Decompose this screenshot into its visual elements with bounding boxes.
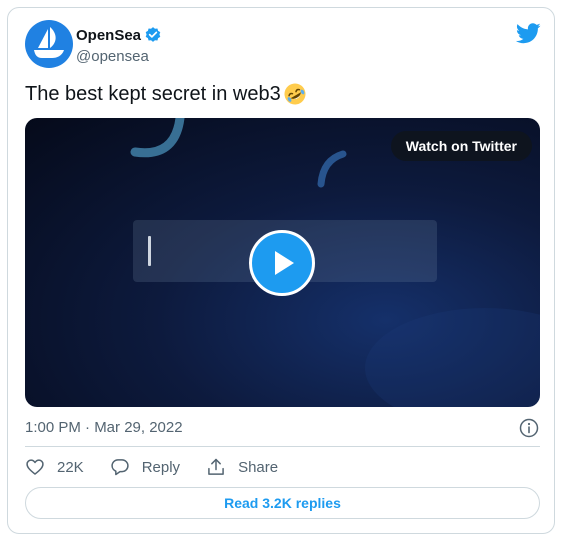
tweet-actions: 22K Reply Share [25,457,304,477]
text-cursor [148,236,151,266]
play-button[interactable] [249,230,315,296]
tweet-text: The best kept secret in web3 [25,82,307,106]
twitter-bird-icon[interactable] [516,23,541,44]
play-icon [275,251,294,275]
reply-bubble-icon [111,459,129,476]
divider [25,446,540,447]
tweet-body: The best kept secret in web3 [25,82,281,105]
verified-badge-icon [145,27,161,42]
tweet-timestamp[interactable]: 1:00 PM · Mar 29, 2022 [25,419,183,436]
reply-label: Reply [141,458,181,476]
share-label: Share [238,458,279,476]
rolling-on-floor-laughing-emoji-icon [284,83,306,105]
like-button[interactable]: 22K [25,457,84,477]
reply-button[interactable]: Reply [110,457,180,477]
display-name[interactable]: OpenSea [76,27,141,44]
share-icon [208,458,224,475]
author-name-row[interactable]: OpenSea [76,26,162,44]
watch-on-twitter-button[interactable]: Watch on Twitter [390,131,532,161]
author-handle[interactable]: @opensea [76,48,149,65]
tweet-embed-card: OpenSea @opensea The best kept secret in… [7,7,555,534]
like-count: 22K [57,458,84,476]
video-player[interactable]: Watch on Twitter [25,118,540,407]
share-button[interactable]: Share [206,457,278,477]
info-icon[interactable] [519,418,539,438]
heart-icon [26,459,44,475]
opensea-logo-icon [34,27,64,58]
read-replies-button[interactable]: Read 3.2K replies [25,487,540,519]
avatar[interactable] [25,20,73,68]
